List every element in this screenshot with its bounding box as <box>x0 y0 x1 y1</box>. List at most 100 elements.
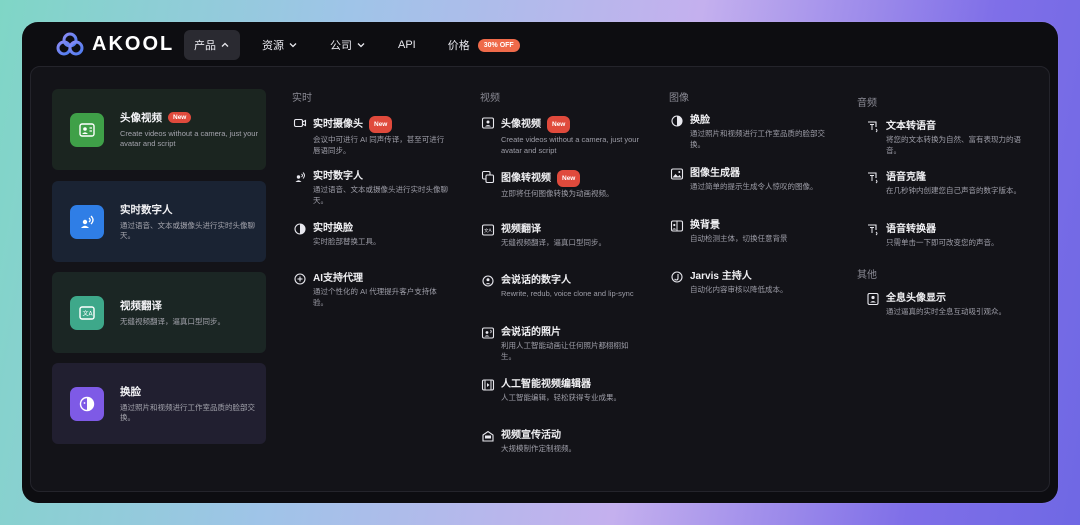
card-title: 视频翻译 <box>120 299 162 312</box>
menu-item-ai-support-agent[interactable]: AI支持代理 通过个性化的 AI 代理提升客户支持体验。 <box>294 272 451 308</box>
item-title: 全息头像显示 <box>886 293 946 304</box>
menu-item-avatar-video[interactable]: 头像视频 New Create videos without a camera, … <box>481 116 639 156</box>
feature-card-realtime-avatar[interactable]: 实时数字人 通过语音、文本或摄像头进行实时头像聊天。 <box>52 181 266 262</box>
column-heading-video: 视频 <box>480 93 500 104</box>
realtime-avatar-icon <box>295 172 305 182</box>
nav-label: 公司 <box>330 40 352 52</box>
nav-label: 产品 <box>194 40 216 52</box>
face-swap-icon <box>671 115 683 127</box>
item-title: 人工智能视频编辑器 <box>501 379 591 390</box>
new-badge: New <box>547 116 571 133</box>
voice-changer-icon <box>868 224 878 236</box>
nav-item-products[interactable]: 产品 <box>184 30 240 60</box>
nav-label: API <box>398 39 416 51</box>
menu-item-realtime-face-swap[interactable]: 实时换脸 实时脸部替换工具。 <box>294 222 451 248</box>
products-mega-menu: 头像视频 New Create videos without a camera, … <box>30 66 1050 492</box>
menu-item-text-to-speech[interactable]: 文本转语音 将您的文本转换为自然、富有表现力的语音。 <box>867 120 1024 156</box>
item-title: 视频宣传活动 <box>501 430 561 441</box>
avatar-video-icon <box>70 112 104 147</box>
camera-icon <box>293 118 307 128</box>
hologram-icon <box>867 292 879 306</box>
talking-avatar-icon <box>482 275 494 287</box>
item-description: 无缝视频翻译，逼真口型同步。 <box>501 238 606 247</box>
nav-item-resources[interactable]: 资源 <box>252 30 308 60</box>
item-title: 视频翻译 <box>501 224 541 235</box>
feature-card-avatar-video[interactable]: 头像视频 New Create videos without a camera, … <box>52 89 266 170</box>
card-title: 实时数字人 <box>120 203 173 216</box>
column-heading-audio: 音频 <box>857 98 877 109</box>
menu-item-ai-video-editor[interactable]: 人工智能视频编辑器 人工智能编辑，轻松获得专业成果。 <box>481 378 639 404</box>
akool-logo-icon <box>56 32 84 56</box>
item-title: Jarvis 主持人 <box>690 271 752 282</box>
background-change-icon <box>670 220 684 232</box>
menu-item-image-face-swap[interactable]: 换脸 通过照片和视频进行工作室品质的脸部交换。 <box>671 114 828 150</box>
menu-item-video-translate[interactable]: 文A 视频翻译 无缝视频翻译，逼真口型同步。 <box>481 223 639 249</box>
column-heading-realtime: 实时 <box>292 93 312 104</box>
item-title: 实时数字人 <box>313 171 363 182</box>
item-description: 通过照片和视频进行工作室品质的脸部交换。 <box>690 129 825 149</box>
menu-item-talking-avatar[interactable]: 会说话的数字人 Rewrite, redub, voice clone and … <box>482 274 639 300</box>
item-description: 自动化内容审核以降低成本。 <box>690 285 788 294</box>
item-title: AI支持代理 <box>313 273 363 284</box>
menu-item-video-campaign[interactable]: 视频宣传活动 大规模制作定制视频。 <box>482 429 639 455</box>
card-description: Create videos without a camera, just you… <box>120 128 258 149</box>
item-description: 在几秒钟内创建您自己声音的数字版本。 <box>886 186 1021 195</box>
menu-item-talking-photo[interactable]: 会说话的照片 利用人工智能动画让任何照片都栩栩如生。 <box>481 326 639 362</box>
card-title: 头像视频 <box>120 111 162 124</box>
menu-item-image-to-video[interactable]: 图像转视频 New 立即将任何图像转换为动画视频。 <box>481 170 639 200</box>
realtime-avatar-icon <box>70 204 104 239</box>
voice-clone-icon <box>868 172 878 184</box>
item-description: 利用人工智能动画让任何照片都栩栩如生。 <box>501 341 629 361</box>
menu-item-image-generator[interactable]: 图像生成器 通过简单的提示生成令人惊叹的图像。 <box>670 167 828 193</box>
menu-item-realtime-camera[interactable]: 实时摄像头 New 会议中可进行 AI 同声传译，甚至可进行唇语同步。 <box>293 116 451 156</box>
menu-item-voice-clone[interactable]: 语音克隆 在几秒钟内创建您自己声音的数字版本。 <box>867 171 1024 197</box>
item-description: 通过个性化的 AI 代理提升客户支持体验。 <box>313 287 437 307</box>
card-description: 通过照片和视频进行工作室品质的脸部交换。 <box>120 402 255 423</box>
support-agent-icon <box>294 273 306 285</box>
menu-item-voice-changer[interactable]: 语音转换器 只需单击一下即可改变您的声音。 <box>867 223 1024 249</box>
card-title: 换脸 <box>120 385 141 398</box>
video-translate-icon: 文A <box>481 224 495 236</box>
item-description: Rewrite, redub, voice clone and lip-sync <box>501 289 634 298</box>
item-description: 人工智能编辑，轻松获得专业成果。 <box>501 393 621 402</box>
menu-item-jarvis-moderator[interactable]: Jarvis 主持人 自动化内容审核以降低成本。 <box>671 270 828 296</box>
card-description: 无缝视频翻译，逼真口型同步。 <box>120 316 225 326</box>
nav-item-api[interactable]: API <box>388 30 426 60</box>
item-title: 实时摄像头 <box>313 119 363 130</box>
svg-text:文A: 文A <box>484 227 492 234</box>
item-title: 语音克隆 <box>886 172 926 183</box>
svg-text:文A: 文A <box>83 309 94 317</box>
talking-photo-icon <box>481 327 495 339</box>
chevron-up-icon <box>221 42 229 47</box>
nav-label: 价格 <box>447 40 470 52</box>
chevron-down-icon <box>357 43 365 48</box>
item-title: 换背景 <box>690 220 720 231</box>
face-swap-icon <box>294 223 306 235</box>
item-title: 文本转语音 <box>886 121 936 132</box>
main-nav: 产品 资源 公司 API 价格 30% OFF <box>184 30 542 60</box>
image-generator-icon <box>670 168 684 180</box>
nav-item-pricing[interactable]: 价格 30% OFF <box>438 30 530 60</box>
app-window: AKOOL 产品 资源 公司 API 价格 30% OFF 头像视频 New C… <box>22 22 1058 503</box>
text-to-speech-icon <box>868 121 878 133</box>
feature-card-video-translate[interactable]: 文A 视频翻译 无缝视频翻译，逼真口型同步。 <box>52 272 266 353</box>
item-title: 换脸 <box>690 115 710 126</box>
brand-name: AKOOL <box>92 32 175 55</box>
menu-item-background-change[interactable]: 换背景 自动检测主体，切换任意背景 <box>670 219 828 245</box>
face-swap-icon <box>70 386 104 421</box>
item-description: 将您的文本转换为自然、富有表现力的语音。 <box>886 135 1021 155</box>
item-title: 实时换脸 <box>313 223 353 234</box>
image-to-video-icon <box>481 170 495 184</box>
item-description: 通过逼真的实时全息互动吸引观众。 <box>886 307 1006 316</box>
discount-badge: 30% OFF <box>477 38 520 52</box>
menu-item-hologram-display[interactable]: 全息头像显示 通过逼真的实时全息互动吸引观众。 <box>867 292 1024 318</box>
item-description: 通过简单的提示生成令人惊叹的图像。 <box>690 182 818 191</box>
brand-logo[interactable]: AKOOL <box>56 32 174 56</box>
feature-card-face-swap[interactable]: 换脸 通过照片和视频进行工作室品质的脸部交换。 <box>52 363 266 444</box>
item-description: 只需单击一下即可改变您的声音。 <box>886 238 999 247</box>
nav-item-company[interactable]: 公司 <box>320 30 376 60</box>
menu-item-realtime-avatar[interactable]: 实时数字人 通过语音、文本或摄像头进行实时头像聊天。 <box>294 170 451 206</box>
new-badge: New <box>557 170 581 187</box>
item-title: 会说话的照片 <box>501 327 561 338</box>
chevron-down-icon <box>289 43 297 48</box>
